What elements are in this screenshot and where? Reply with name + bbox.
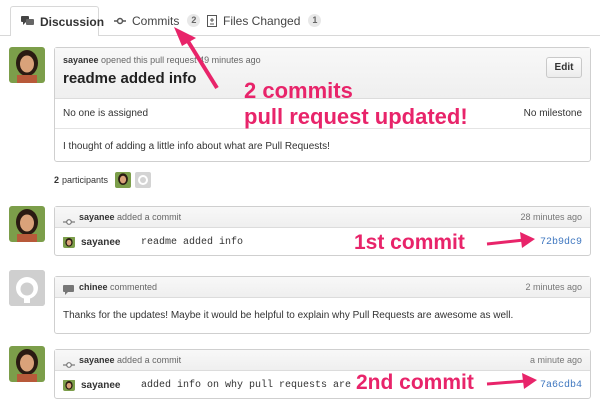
event-time: a minute ago bbox=[529, 355, 582, 365]
event-action: added a commit bbox=[117, 355, 182, 365]
event-time: 2 minutes ago bbox=[525, 282, 582, 292]
commit-sha-link[interactable]: 72b9dc9 bbox=[540, 237, 582, 248]
discussion-icon bbox=[21, 16, 34, 27]
pr-meta: sayanee opened this pull request 49 minu… bbox=[63, 55, 261, 65]
participants-count: 2 bbox=[54, 175, 60, 185]
annotation-second-commit: 2nd commit bbox=[354, 371, 476, 395]
event-user-link[interactable]: sayanee bbox=[79, 355, 115, 365]
avatar-sayanee[interactable] bbox=[9, 206, 45, 242]
event-user-link[interactable]: sayanee bbox=[79, 212, 115, 222]
tab-label: Commits bbox=[132, 13, 180, 28]
commit-icon bbox=[114, 16, 126, 26]
event-meta: sayanee added a commit bbox=[79, 355, 181, 365]
comment-icon bbox=[63, 282, 74, 300]
event-action: commented bbox=[110, 282, 158, 292]
event-time: 28 minutes ago bbox=[520, 212, 582, 222]
tab-label: Discussion bbox=[40, 14, 105, 29]
event-user-link[interactable]: chinee bbox=[79, 282, 108, 292]
commit-author[interactable]: sayanee bbox=[81, 380, 120, 391]
annotation-first-commit: 1st commit bbox=[354, 231, 465, 254]
comment-header: chinee commented 2 minutes ago bbox=[55, 277, 590, 298]
event-meta: sayanee added a commit bbox=[79, 212, 181, 222]
tab-label: Files Changed bbox=[223, 13, 301, 28]
participants-label: participants bbox=[62, 175, 109, 185]
commit-event-header: sayanee added a commit 28 minutes ago bbox=[55, 207, 590, 228]
avatar-sayanee[interactable] bbox=[9, 47, 45, 83]
annotation-pr-updated: pull request updated! bbox=[244, 104, 468, 129]
avatar-chinee[interactable] bbox=[9, 270, 45, 306]
commit-count-badge: 2 bbox=[187, 14, 201, 27]
pr-author-link[interactable]: sayanee bbox=[63, 55, 99, 65]
commit-author[interactable]: sayanee bbox=[81, 237, 120, 248]
pr-meta-text: opened this pull request 49 minutes ago bbox=[101, 55, 261, 65]
commit-sha-link[interactable]: 7a6cdb4 bbox=[540, 380, 582, 391]
commit-author-avatar[interactable] bbox=[63, 236, 75, 248]
commit-event-header: sayanee added a commit a minute ago bbox=[55, 350, 590, 371]
milestone-label[interactable]: No milestone bbox=[524, 108, 582, 119]
commit-message[interactable]: readme added info bbox=[141, 237, 243, 248]
comment-card: chinee commented 2 minutes ago Thanks fo… bbox=[54, 276, 591, 334]
participants: 2 participants bbox=[54, 171, 152, 189]
annotation-commits: 2 commits bbox=[244, 78, 353, 103]
avatar-sayanee[interactable] bbox=[9, 346, 45, 382]
tab-bar: Discussion Commits 2 Files Changed 1 bbox=[0, 0, 600, 36]
commit-event-card: sayanee added a commit 28 minutes ago sa… bbox=[54, 206, 591, 256]
commit-author-avatar[interactable] bbox=[63, 379, 75, 391]
commit-icon bbox=[63, 356, 75, 374]
file-diff-icon bbox=[207, 14, 217, 27]
event-action: added a commit bbox=[117, 212, 182, 222]
edit-button[interactable]: Edit bbox=[546, 57, 582, 78]
participant-avatar-sayanee[interactable] bbox=[115, 172, 132, 188]
tab-files-changed[interactable]: Files Changed 1 bbox=[207, 6, 322, 35]
event-meta: chinee commented bbox=[79, 282, 157, 292]
pr-body: I thought of adding a little info about … bbox=[63, 141, 330, 152]
assignee-label[interactable]: No one is assigned bbox=[63, 108, 148, 119]
pr-title: readme added info bbox=[63, 70, 197, 87]
commit-icon bbox=[63, 213, 75, 231]
files-count-badge: 1 bbox=[308, 14, 322, 27]
tab-discussion[interactable]: Discussion bbox=[10, 6, 104, 36]
comment-body: Thanks for the updates! Maybe it would b… bbox=[63, 310, 514, 321]
commit-event-card: sayanee added a commit a minute ago saya… bbox=[54, 349, 591, 399]
tab-commits[interactable]: Commits 2 bbox=[114, 6, 201, 35]
participant-avatar-chinee[interactable] bbox=[135, 172, 152, 188]
